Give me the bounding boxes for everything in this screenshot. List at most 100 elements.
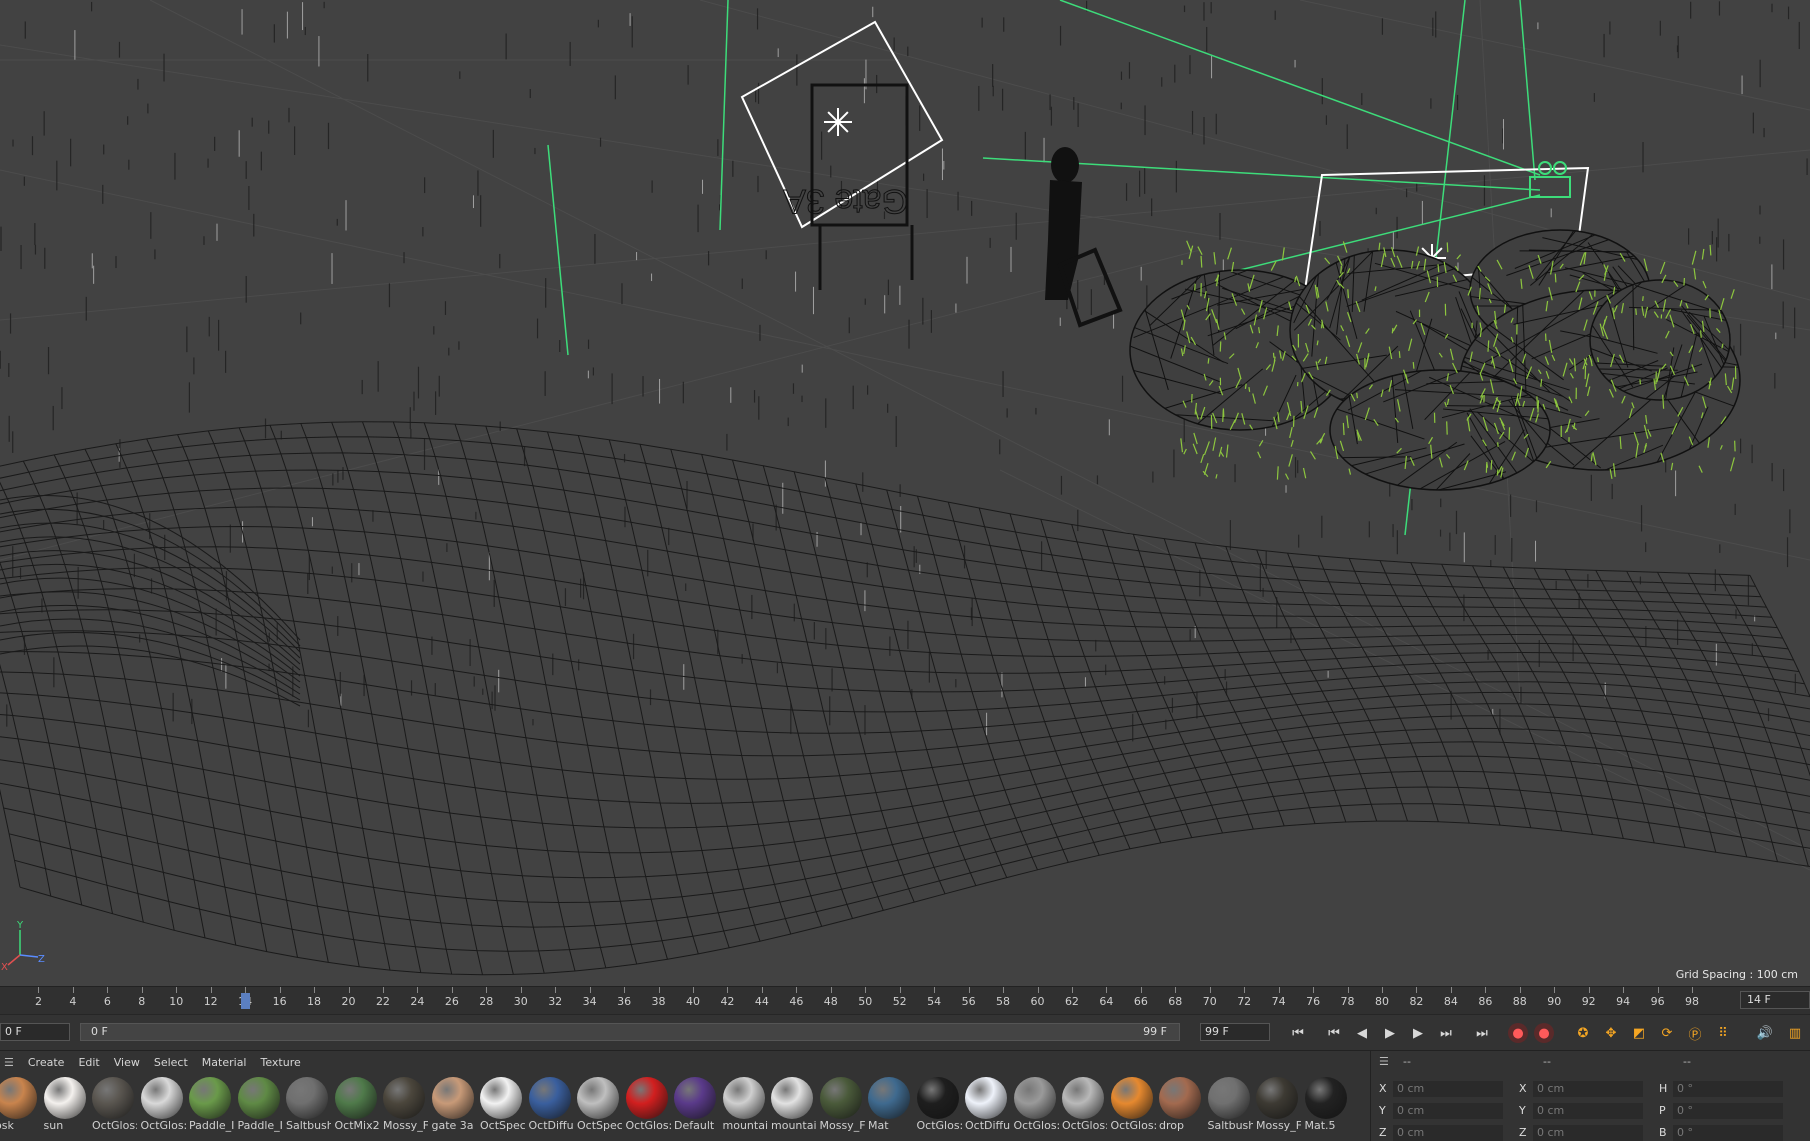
rotation-key-icon[interactable]: ⟳: [1656, 1023, 1678, 1043]
material-preview[interactable]: [1256, 1077, 1298, 1119]
material-swatch[interactable]: Mossy_F: [1253, 1077, 1301, 1132]
material-preview[interactable]: [529, 1077, 571, 1119]
coord-value[interactable]: 0 cm: [1533, 1081, 1643, 1097]
material-preview[interactable]: [141, 1077, 183, 1119]
material-preview[interactable]: [965, 1077, 1007, 1119]
end-frame-field[interactable]: 99 F: [1200, 1023, 1270, 1041]
material-swatch[interactable]: OctGlos:: [914, 1077, 962, 1132]
coord-field[interactable]: X0 cm: [1379, 1081, 1503, 1097]
material-swatch[interactable]: OctGlos:: [138, 1077, 186, 1132]
coord-field[interactable]: Z0 cm: [1519, 1125, 1643, 1141]
material-preview[interactable]: [92, 1077, 134, 1119]
frame-range-slider[interactable]: 0 F 99 F: [80, 1023, 1180, 1041]
prev-key-icon[interactable]: ⏮: [1323, 1023, 1345, 1043]
material-swatch[interactable]: Mat.5: [1302, 1077, 1350, 1132]
material-preview[interactable]: [480, 1077, 522, 1119]
coord-value[interactable]: 0 cm: [1533, 1103, 1643, 1119]
material-preview[interactable]: [1014, 1077, 1056, 1119]
material-swatch[interactable]: Paddle_I: [186, 1077, 234, 1132]
material-preview[interactable]: [868, 1077, 910, 1119]
material-swatch[interactable]: OctGlos:: [1059, 1077, 1107, 1132]
material-preview[interactable]: [286, 1077, 328, 1119]
coord-value[interactable]: 0 cm: [1393, 1103, 1503, 1119]
coord-field[interactable]: Y0 cm: [1379, 1103, 1503, 1119]
material-swatch[interactable]: gate 3a: [429, 1077, 477, 1132]
material-preview[interactable]: [238, 1077, 280, 1119]
material-swatch[interactable]: OctGlos:: [1011, 1077, 1059, 1132]
timeline-playhead[interactable]: [241, 993, 250, 1009]
coord-value[interactable]: 0 °: [1673, 1125, 1783, 1141]
material-preview[interactable]: [723, 1077, 765, 1119]
material-preview[interactable]: [820, 1077, 862, 1119]
material-swatch[interactable]: mountai: [768, 1077, 816, 1132]
material-preview[interactable]: [674, 1077, 716, 1119]
coord-value[interactable]: 0 °: [1673, 1103, 1783, 1119]
material-preview[interactable]: [0, 1077, 37, 1119]
prev-frame-icon[interactable]: ◀: [1351, 1023, 1373, 1043]
film-icon[interactable]: ▥: [1784, 1023, 1806, 1043]
current-frame-field[interactable]: 14 F: [1740, 991, 1810, 1009]
material-swatch[interactable]: OctGlos:: [623, 1077, 671, 1132]
material-preview[interactable]: [44, 1077, 86, 1119]
material-preview[interactable]: [189, 1077, 231, 1119]
material-preview[interactable]: [771, 1077, 813, 1119]
material-preview[interactable]: [626, 1077, 668, 1119]
coord-field[interactable]: X0 cm: [1519, 1081, 1643, 1097]
material-preview[interactable]: [1111, 1077, 1153, 1119]
material-swatch[interactable]: OctDiffu: [526, 1077, 574, 1132]
material-preview[interactable]: [432, 1077, 474, 1119]
next-key-icon[interactable]: ⏭: [1435, 1023, 1457, 1043]
keyframe-selection-icon[interactable]: ✪: [1572, 1023, 1594, 1043]
menu-create[interactable]: Create: [28, 1056, 65, 1069]
material-preview[interactable]: [1208, 1077, 1250, 1119]
material-swatch[interactable]: osk: [0, 1077, 40, 1132]
material-swatch[interactable]: Mossy_F: [380, 1077, 428, 1132]
material-swatch[interactable]: Mat: [865, 1077, 913, 1132]
material-preview[interactable]: [1305, 1077, 1347, 1119]
material-swatch[interactable]: OctSpec: [574, 1077, 622, 1132]
coord-value[interactable]: 0 cm: [1393, 1081, 1503, 1097]
point-level-icon[interactable]: ⠿: [1712, 1023, 1734, 1043]
go-to-start-icon[interactable]: ⏮: [1287, 1023, 1309, 1043]
coord-value[interactable]: 0 cm: [1533, 1125, 1643, 1141]
material-swatch[interactable]: OctDiffu: [962, 1077, 1010, 1132]
sound-icon[interactable]: 🔊: [1754, 1023, 1776, 1043]
coord-value[interactable]: 0 °: [1673, 1081, 1783, 1097]
menu-edit[interactable]: Edit: [78, 1056, 99, 1069]
parameter-key-icon[interactable]: Ⓟ: [1684, 1023, 1706, 1043]
menu-grip-icon[interactable]: ☰: [4, 1056, 14, 1069]
go-to-end-icon[interactable]: ⏭: [1471, 1023, 1493, 1043]
material-swatch[interactable]: OctSpec: [477, 1077, 525, 1132]
menu-material[interactable]: Material: [202, 1056, 247, 1069]
start-frame-field[interactable]: 0 F: [0, 1023, 70, 1041]
material-preview[interactable]: [383, 1077, 425, 1119]
material-swatch[interactable]: drop: [1156, 1077, 1204, 1132]
autokey-icon[interactable]: ●: [1534, 1023, 1554, 1043]
scale-key-icon[interactable]: ◩: [1628, 1023, 1650, 1043]
material-preview[interactable]: [1159, 1077, 1201, 1119]
material-preview[interactable]: [335, 1077, 377, 1119]
next-frame-icon[interactable]: ▶: [1407, 1023, 1429, 1043]
material-swatch[interactable]: Paddle_I: [235, 1077, 283, 1132]
material-swatch[interactable]: OctMix2: [332, 1077, 380, 1132]
material-preview[interactable]: [577, 1077, 619, 1119]
material-preview[interactable]: [1062, 1077, 1104, 1119]
coord-field[interactable]: Z0 cm: [1379, 1125, 1503, 1141]
menu-texture[interactable]: Texture: [260, 1056, 300, 1069]
coord-field[interactable]: P0 °: [1659, 1103, 1783, 1119]
material-swatch[interactable]: sun: [41, 1077, 89, 1132]
position-key-icon[interactable]: ✥: [1600, 1023, 1622, 1043]
record-active-icon[interactable]: ●: [1508, 1023, 1528, 1043]
material-swatch[interactable]: Saltbush: [283, 1077, 331, 1132]
coord-field[interactable]: B0 °: [1659, 1125, 1783, 1141]
coords-menu-icon[interactable]: ☰: [1379, 1055, 1389, 1068]
menu-select[interactable]: Select: [154, 1056, 188, 1069]
menu-view[interactable]: View: [114, 1056, 140, 1069]
material-swatch[interactable]: OctGlos:: [89, 1077, 137, 1132]
coord-field[interactable]: H0 °: [1659, 1081, 1783, 1097]
3d-viewport[interactable]: Gate 3AYXZ Grid Spacing : 100 cm: [0, 0, 1810, 986]
material-swatch[interactable]: Default: [671, 1077, 719, 1132]
material-swatch[interactable]: Saltbush: [1205, 1077, 1253, 1132]
play-icon[interactable]: ▶: [1379, 1023, 1401, 1043]
material-swatch[interactable]: mountai: [720, 1077, 768, 1132]
